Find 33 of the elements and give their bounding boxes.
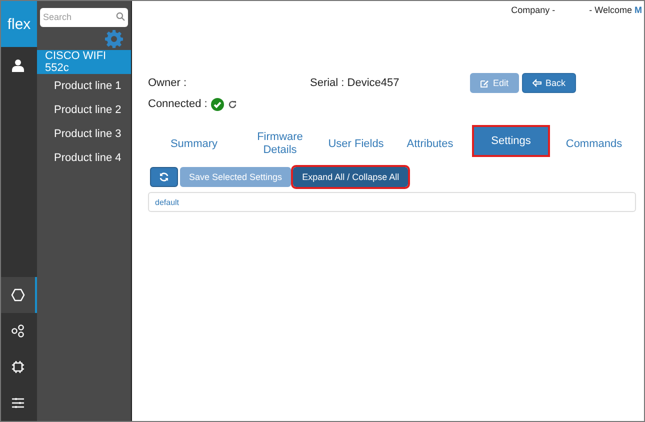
back-icon xyxy=(532,79,542,87)
user-icon[interactable] xyxy=(12,58,24,72)
welcome-text: - Welcome M xyxy=(589,5,642,17)
nav-item[interactable]: Product line 4 xyxy=(37,146,131,170)
logo[interactable]: flex xyxy=(1,1,37,47)
refresh-icon xyxy=(159,172,169,182)
serial-label: Serial : Device457 xyxy=(310,77,400,89)
nav-item[interactable]: Product line 2 xyxy=(37,98,131,122)
toolbar-button[interactable]: Expand All / Collapse All xyxy=(293,167,408,187)
nav-item[interactable]: Product line 3 xyxy=(37,122,131,146)
tab[interactable]: Settings xyxy=(474,127,548,155)
hexagon-icon xyxy=(11,288,25,302)
owner-label: Owner : xyxy=(148,77,188,89)
nav-item[interactable]: Product line 1 xyxy=(37,74,131,98)
tab[interactable]: Firmware Details xyxy=(240,127,320,161)
tab[interactable]: User Fields xyxy=(320,127,392,161)
tab[interactable]: Summary xyxy=(148,127,240,161)
refresh-button[interactable] xyxy=(150,167,178,187)
tab[interactable]: Commands xyxy=(554,127,634,161)
company-label: Company - xyxy=(511,5,556,17)
rail-button[interactable] xyxy=(1,277,37,313)
back-button[interactable]: Back xyxy=(522,73,576,93)
tab[interactable]: Attributes xyxy=(392,127,468,161)
edit-icon xyxy=(480,78,489,88)
settings-group[interactable]: default xyxy=(148,192,636,212)
chip-icon xyxy=(11,360,25,374)
search-field[interactable]: Search xyxy=(40,8,128,26)
nodes-icon xyxy=(11,324,25,338)
refresh-icon[interactable] xyxy=(228,100,238,108)
connected-label: Connected : xyxy=(148,98,208,110)
search-icon xyxy=(116,12,125,21)
nav-item[interactable]: CISCO WIFI 552c xyxy=(37,50,131,74)
sliders-icon xyxy=(11,397,25,409)
